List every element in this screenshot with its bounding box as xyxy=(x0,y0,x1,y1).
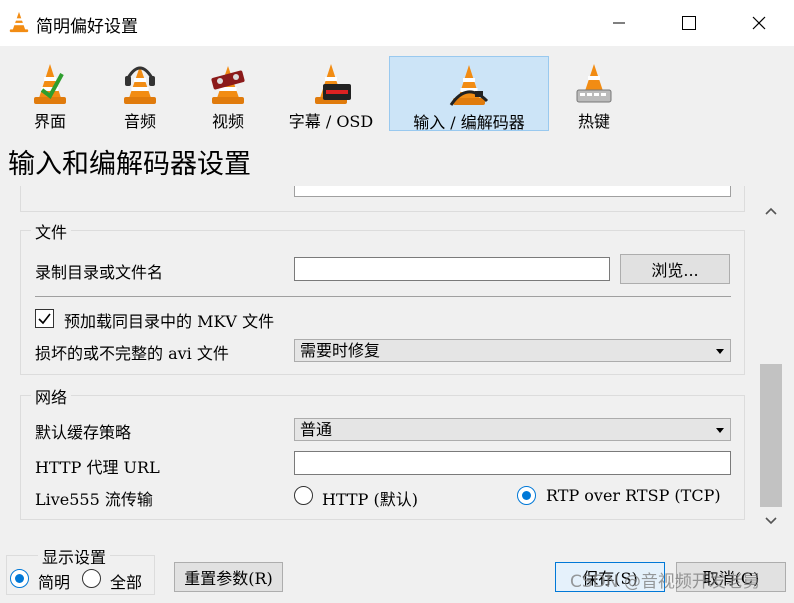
http-radio[interactable] xyxy=(294,486,313,505)
window-title: 简明偏好设置 xyxy=(36,17,138,37)
chevron-down-icon xyxy=(716,349,724,354)
cache-select[interactable]: 普通 xyxy=(294,418,731,441)
tab-hotkeys-label: 热键 xyxy=(577,112,610,131)
avi-select-value: 需要时修复 xyxy=(300,341,381,360)
simple-radio[interactable] xyxy=(10,569,29,588)
cache-label: 默认缓存策略 xyxy=(35,423,132,442)
tab-video[interactable]: 视频 xyxy=(188,56,268,131)
tab-input-codecs[interactable]: 输入 / 编解码器 xyxy=(389,56,549,132)
reset-button[interactable]: 重置参数(R) xyxy=(174,562,283,592)
tab-interface[interactable]: 界面 xyxy=(10,56,90,131)
display-settings-title: 显示设置 xyxy=(38,544,111,568)
previous-field xyxy=(294,186,731,197)
minimize-button[interactable] xyxy=(584,0,654,46)
files-separator xyxy=(35,296,731,297)
category-toolbar: 界面 音频 视频 字幕 / OSD 输入 / 编解码器 热键 xyxy=(0,46,794,134)
chevron-down-icon xyxy=(765,517,777,525)
tab-video-label: 视频 xyxy=(211,112,244,131)
simple-radio-label: 简明 xyxy=(38,573,71,592)
settings-scroll-area[interactable]: 文件 录制目录或文件名 浏览... 预加载同目录中的 MKV 文件 损坏的或不完… xyxy=(0,186,794,534)
rtsp-radio[interactable] xyxy=(517,486,536,505)
close-button[interactable] xyxy=(724,0,794,46)
tab-subtitle-osd-label: 字幕 / OSD xyxy=(288,112,374,131)
scroll-up-button[interactable] xyxy=(758,198,784,224)
tab-hotkeys[interactable]: 热键 xyxy=(554,56,634,131)
browse-button[interactable]: 浏览... xyxy=(620,254,730,284)
cable-cone-icon xyxy=(449,65,489,106)
avi-label: 损坏的或不完整的 avi 文件 xyxy=(35,344,229,363)
scroll-down-button[interactable] xyxy=(758,508,784,534)
record-label: 录制目录或文件名 xyxy=(35,263,164,282)
chevron-up-icon xyxy=(765,207,777,215)
film-cone-icon xyxy=(211,66,245,104)
mkv-label: 预加载同目录中的 MKV 文件 xyxy=(64,312,275,331)
mkv-checkbox[interactable] xyxy=(35,309,54,328)
proxy-label: HTTP 代理 URL xyxy=(35,458,160,477)
checkmark-icon xyxy=(38,313,51,325)
tab-interface-label: 界面 xyxy=(33,112,66,131)
minimize-icon xyxy=(613,22,625,24)
cancel-button[interactable]: 取消(C) xyxy=(676,562,786,592)
maximize-icon xyxy=(682,16,696,30)
all-radio-label: 全部 xyxy=(110,573,143,592)
record-path-input[interactable] xyxy=(294,257,610,281)
save-button[interactable]: 保存(S) xyxy=(555,562,665,592)
tab-subtitle-osd[interactable]: 字幕 / OSD xyxy=(282,56,380,131)
title-bar: 简明偏好设置 xyxy=(0,0,794,46)
network-group-title: 网络 xyxy=(31,384,72,408)
live555-label: Live555 流传输 xyxy=(35,490,153,509)
rtsp-radio-label: RTP over RTSP (TCP) xyxy=(546,486,721,505)
subtitle-cone-icon xyxy=(315,64,351,104)
close-icon xyxy=(752,16,766,30)
headphones-cone-icon xyxy=(124,66,156,104)
tab-audio[interactable]: 音频 xyxy=(100,56,180,131)
tab-audio-label: 音频 xyxy=(123,112,156,131)
cache-select-value: 普通 xyxy=(300,420,333,439)
proxy-url-input[interactable] xyxy=(294,451,731,475)
scrollbar-thumb[interactable] xyxy=(760,364,782,507)
all-radio[interactable] xyxy=(82,569,101,588)
maximize-button[interactable] xyxy=(654,0,724,46)
http-radio-label: HTTP (默认) xyxy=(322,490,418,509)
page-title: 输入和编解码器设置 xyxy=(8,149,251,180)
vertical-scrollbar[interactable] xyxy=(758,186,784,534)
avi-select[interactable]: 需要时修复 xyxy=(294,339,731,362)
tab-input-codecs-label: 输入 / 编解码器 xyxy=(413,113,525,132)
vlc-cone-icon xyxy=(34,64,66,104)
keyboard-cone-icon xyxy=(576,64,612,103)
vlc-app-icon xyxy=(9,11,29,33)
chevron-down-icon xyxy=(716,428,724,433)
files-group-title: 文件 xyxy=(31,219,72,243)
